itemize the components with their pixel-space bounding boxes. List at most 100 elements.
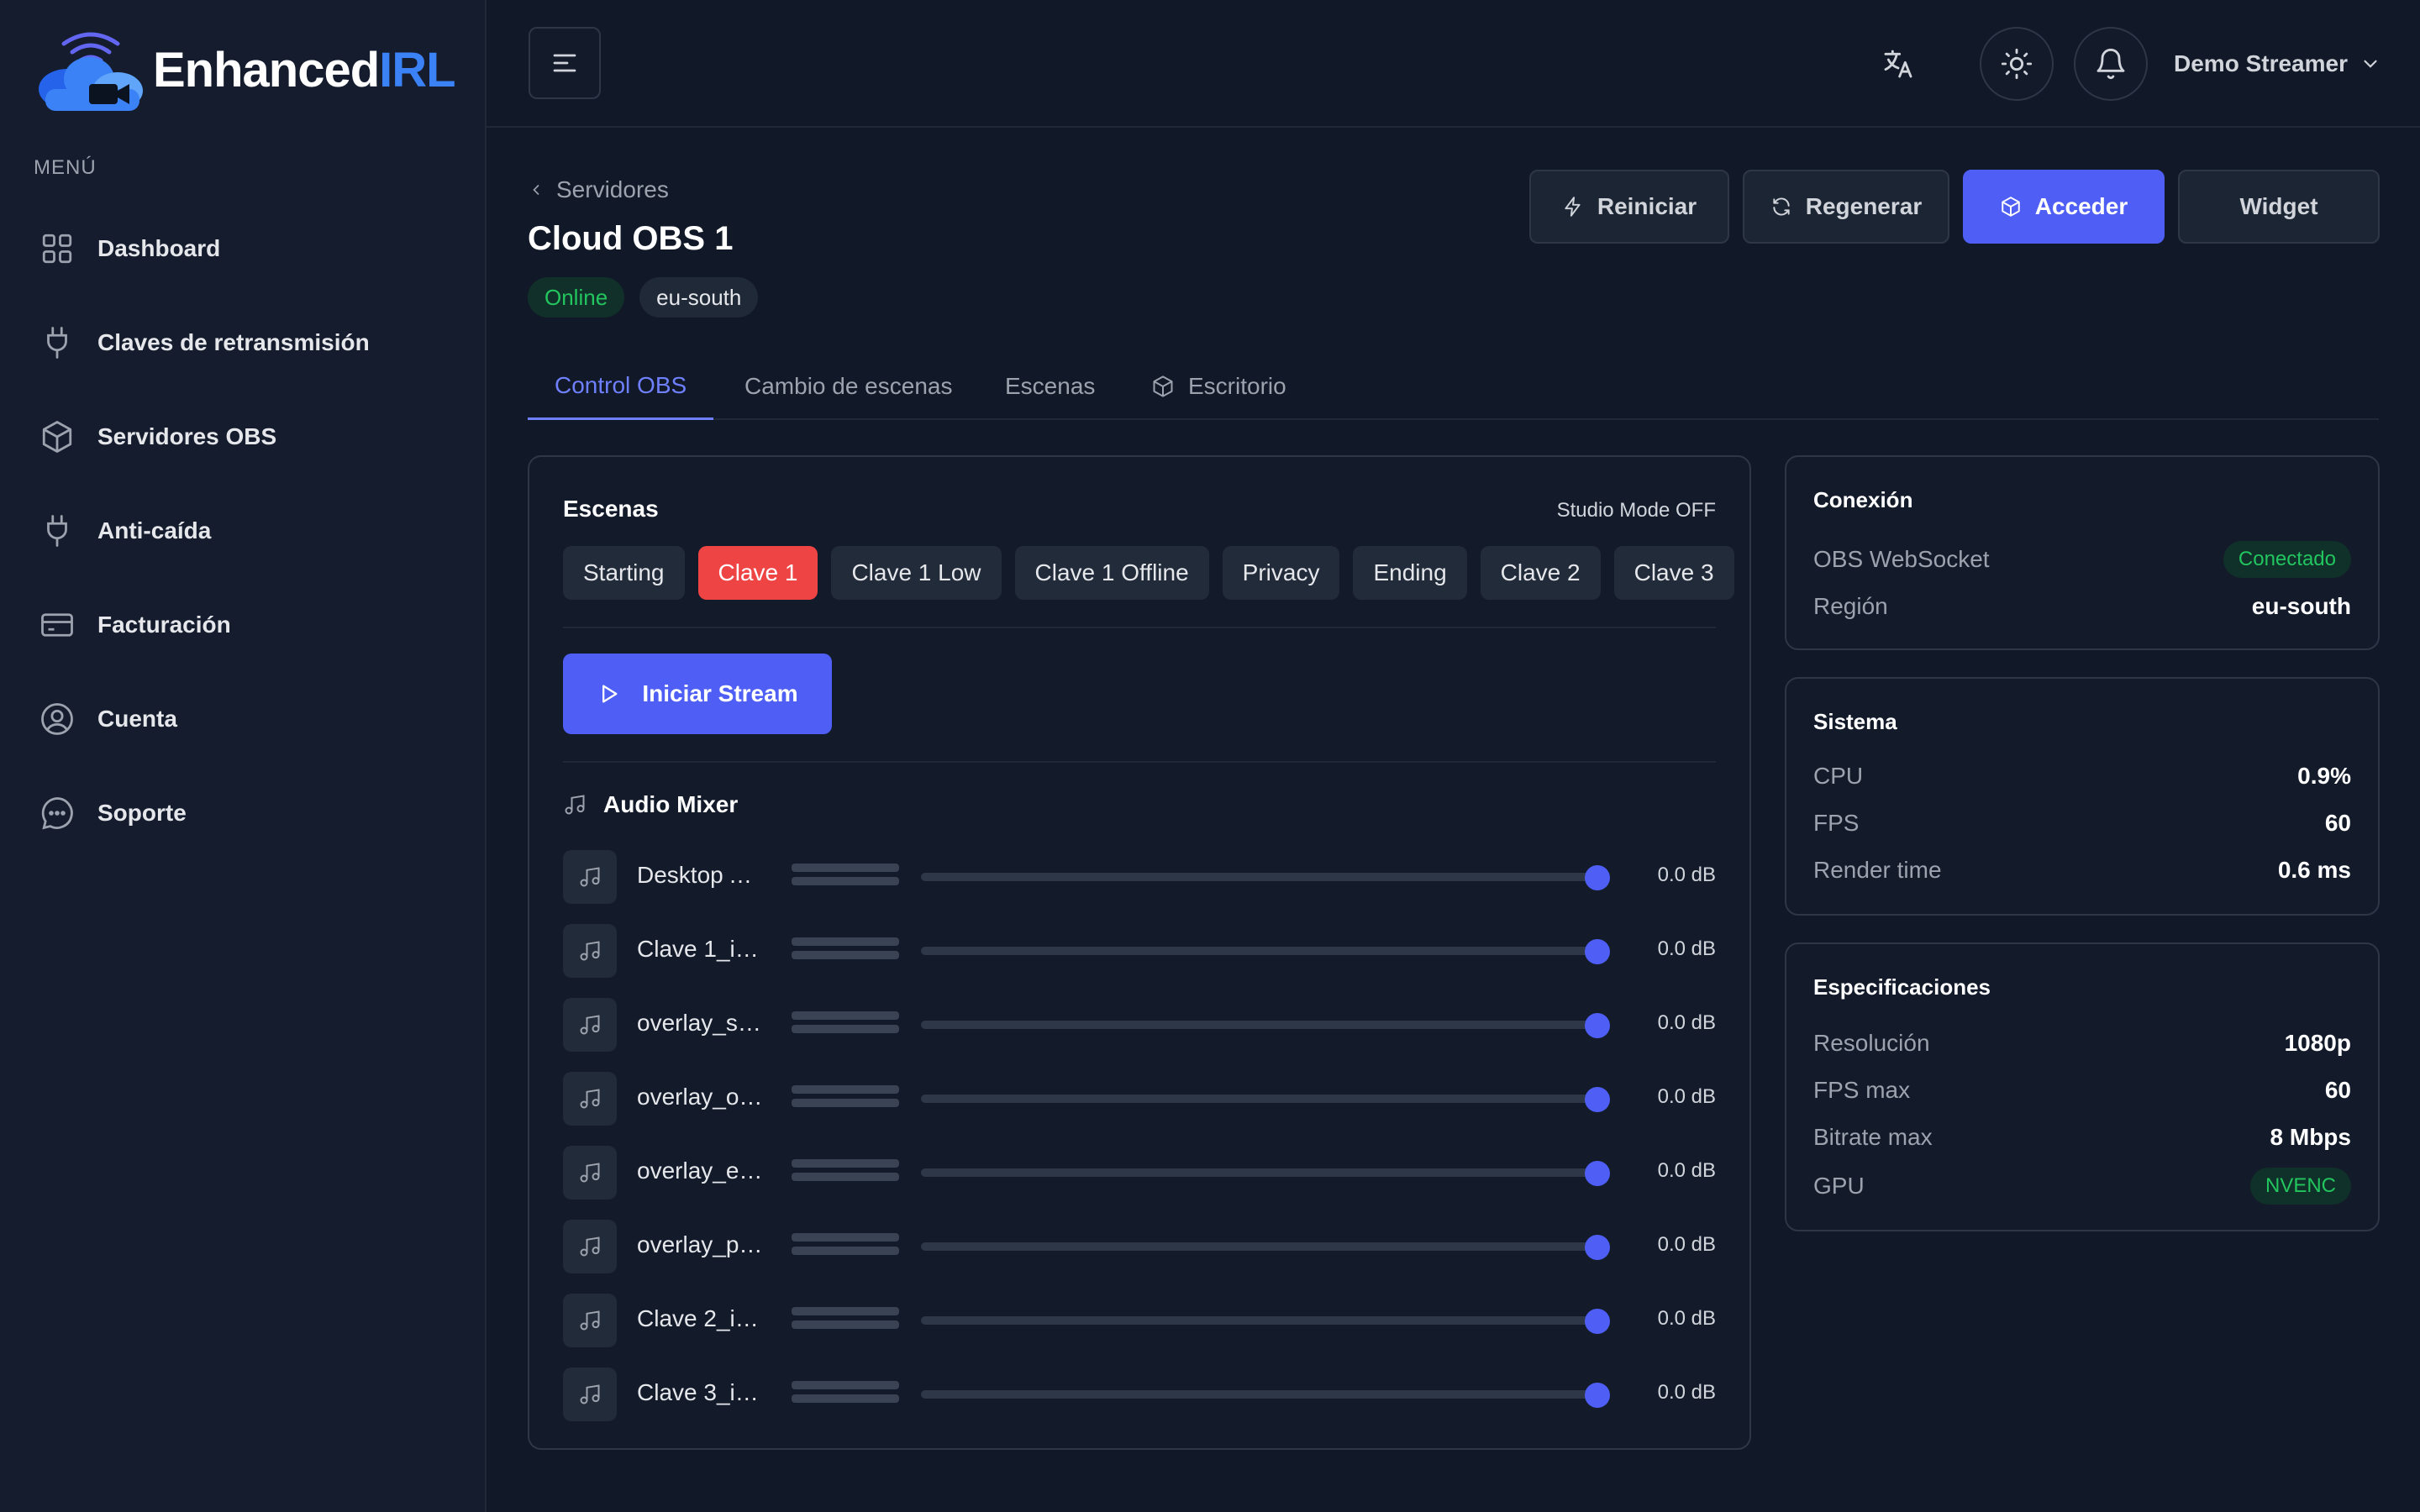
volume-slider-track	[921, 1095, 1600, 1103]
system-row-cpu: CPU 0.9%	[1813, 763, 2351, 789]
sidebar-item-label: Claves de retransmisión	[97, 329, 370, 355]
audio-channel-row: overlay_starting 0.0 dB	[563, 991, 1716, 1065]
audio-channel-name: overlay_privacy	[637, 1231, 763, 1257]
volume-slider-handle[interactable]	[1585, 1309, 1610, 1334]
breadcrumb-label: Servidores	[556, 176, 669, 202]
tab-obs-control[interactable]: Control OBS	[528, 353, 714, 420]
divider	[563, 627, 1716, 628]
sidebar-item-label: Servidores OBS	[97, 423, 277, 449]
sidebar: EnhancedIRL MENÚ Dashboard Claves de ret…	[0, 0, 487, 1512]
scene-button[interactable]: Clave 2	[1480, 546, 1601, 600]
start-stream-button[interactable]: Iniciar Stream	[563, 654, 832, 734]
breadcrumb[interactable]: Servidores	[528, 176, 669, 203]
obs-control-panel: Escenas Studio Mode OFF Starting Clave 1…	[528, 455, 1751, 1450]
scene-button[interactable]: Clave 1 Low	[831, 546, 1002, 600]
scene-button[interactable]: Clave 1 Offline	[1014, 546, 1209, 600]
menu-icon	[553, 54, 576, 72]
audio-channel-row: overlay_privacy 0.0 dB	[563, 1213, 1716, 1287]
volume-slider-handle[interactable]	[1585, 1235, 1610, 1260]
menu-toggle-button[interactable]	[529, 27, 601, 99]
page-title: Cloud OBS 1	[528, 220, 734, 257]
volume-slider[interactable]	[921, 1309, 1610, 1334]
sidebar-item-label: Facturación	[97, 612, 231, 638]
volume-slider-handle[interactable]	[1585, 939, 1610, 964]
volume-slider[interactable]	[921, 1383, 1610, 1408]
scene-button[interactable]: Ending	[1353, 546, 1467, 600]
websocket-row: OBS WebSocket Conectado	[1813, 541, 2351, 578]
scene-button[interactable]: Privacy	[1222, 546, 1340, 600]
sidebar-item-stream-keys[interactable]: Claves de retransmisión	[34, 296, 454, 390]
volume-slider-handle[interactable]	[1585, 1383, 1610, 1408]
scenes-title: Escenas	[563, 496, 659, 522]
music-note-icon	[563, 1368, 617, 1421]
specs-card: Especificaciones Resolución 1080p FPS ma…	[1785, 942, 2380, 1231]
brand-name: EnhancedIRL	[153, 42, 456, 97]
sidebar-item-billing[interactable]: Facturación	[34, 578, 454, 672]
chevron-left-icon	[533, 185, 539, 195]
server-badges: Online eu-south	[528, 277, 759, 318]
volume-db-value: 0.0 dB	[1657, 1011, 1716, 1034]
language-button[interactable]	[1861, 27, 1935, 101]
audio-channel-row: overlay_ending 0.0 dB	[563, 1139, 1716, 1213]
sidebar-item-account[interactable]: Cuenta	[34, 672, 454, 766]
music-note-icon	[563, 1294, 617, 1347]
grid-icon	[34, 225, 81, 272]
audio-level-meter	[792, 1011, 899, 1040]
cube-icon	[34, 413, 81, 460]
volume-slider[interactable]	[921, 1161, 1610, 1186]
audio-channel-row: Clave 3_input 0.0 dB	[563, 1361, 1716, 1435]
gpu-label: GPU	[1813, 1173, 1865, 1199]
cube-icon	[1153, 375, 1173, 397]
plug-icon	[34, 319, 81, 366]
volume-slider[interactable]	[921, 1235, 1610, 1260]
volume-db-value: 0.0 dB	[1657, 937, 1716, 960]
sidebar-item-dashboard[interactable]: Dashboard	[34, 202, 454, 296]
music-note-icon	[563, 850, 617, 904]
access-button[interactable]: Acceder	[1963, 170, 2165, 244]
user-menu[interactable]: Demo Streamer	[2174, 44, 2381, 84]
system-row-render-time: Render time 0.6 ms	[1813, 857, 2351, 883]
region-row: Región eu-south	[1813, 590, 2351, 623]
system-title: Sistema	[1813, 709, 1897, 734]
server-actions: Reiniciar Regenerar Acceder Widget	[1529, 170, 2380, 244]
volume-slider[interactable]	[921, 865, 1610, 890]
volume-slider[interactable]	[921, 1087, 1610, 1112]
user-circle-icon	[34, 696, 81, 743]
tab-scenes[interactable]: Escenas	[1005, 353, 1095, 420]
sidebar-item-obs-servers[interactable]: Servidores OBS	[34, 390, 454, 484]
volume-slider-track	[921, 947, 1600, 955]
bell-icon	[2096, 48, 2125, 80]
studio-mode-status: Studio Mode OFF	[1556, 499, 1716, 522]
audio-channel-name: overlay_ending	[637, 1158, 763, 1184]
volume-slider-handle[interactable]	[1585, 865, 1610, 890]
volume-slider[interactable]	[921, 1013, 1610, 1038]
volume-slider-track	[921, 1021, 1600, 1029]
volume-slider-handle[interactable]	[1585, 1161, 1610, 1186]
tab-desktop[interactable]: Escritorio	[1151, 353, 1286, 420]
sidebar-item-support[interactable]: Soporte	[34, 766, 454, 860]
system-row-fps: FPS 60	[1813, 810, 2351, 836]
scene-list: Starting Clave 1 Clave 1 Low Clave 1 Off…	[563, 546, 1734, 600]
scene-button[interactable]: Clave 3	[1613, 546, 1734, 600]
volume-slider-handle[interactable]	[1585, 1013, 1610, 1038]
volume-slider[interactable]	[921, 939, 1610, 964]
sidebar-item-anti-drop[interactable]: Anti-caída	[34, 484, 454, 578]
widget-button[interactable]: Widget	[2178, 170, 2380, 244]
lightning-icon	[1565, 197, 1581, 217]
brand-logo[interactable]: EnhancedIRL	[34, 24, 456, 116]
tab-scene-switching[interactable]: Cambio de escenas	[744, 353, 952, 420]
regenerate-button[interactable]: Regenerar	[1743, 170, 1949, 244]
scene-button[interactable]: Starting	[563, 546, 685, 600]
notifications-button[interactable]	[2074, 27, 2148, 101]
theme-toggle-button[interactable]	[1980, 27, 2054, 101]
translate-icon	[1884, 50, 1912, 78]
region-label: Región	[1813, 593, 1888, 619]
scene-button-active[interactable]: Clave 1	[697, 546, 818, 600]
audio-level-meter	[792, 1307, 899, 1336]
region-badge: eu-south	[639, 277, 759, 318]
restart-button[interactable]: Reiniciar	[1529, 170, 1729, 244]
audio-level-meter	[792, 1381, 899, 1410]
sidebar-item-label: Dashboard	[97, 235, 221, 261]
tab-bar: Control OBS Cambio de escenas Escenas Es…	[528, 353, 2379, 420]
volume-slider-handle[interactable]	[1585, 1087, 1610, 1112]
